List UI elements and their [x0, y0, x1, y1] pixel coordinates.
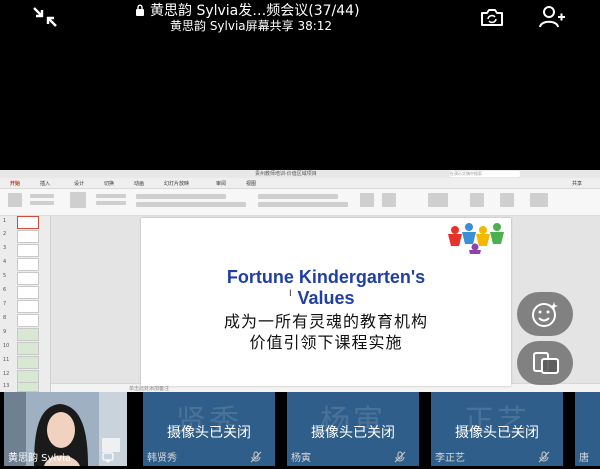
thumb-number: 11 — [3, 357, 10, 363]
slide-title-line-1: Fortune Kindergarten's — [226, 267, 426, 287]
notes-placeholder: 单击此处添加备注 — [129, 386, 170, 392]
smiley-icon — [532, 302, 558, 327]
participant-tile[interactable]: 贤秀 摄像头已关闭 韩贤秀 — [143, 392, 275, 466]
slide-thumbnail[interactable] — [17, 230, 39, 243]
screen-layout-button[interactable] — [517, 341, 573, 385]
thumb-number: 3 — [3, 245, 7, 251]
participant-name: 唐 — [579, 453, 589, 464]
children-logo-icon — [448, 223, 504, 254]
tab-review[interactable]: 审阅 — [216, 180, 226, 187]
participant-name: 黄思韵 Sylvia — [8, 453, 72, 464]
slide-thumbnail[interactable] — [17, 314, 39, 327]
screen-switch-icon — [533, 352, 559, 374]
participant-tile[interactable]: 杨寅 摄像头已关闭 杨寅 — [287, 392, 419, 466]
thumb-number: 12 — [3, 371, 10, 377]
meeting-title-text: 黄思韵 Sylvia发…频会议(37/44) — [150, 3, 360, 19]
add-member-icon[interactable] — [538, 4, 566, 30]
camera-off-label: 摄像头已关闭 — [311, 425, 395, 441]
meeting-title[interactable]: 黄思韵 Sylvia发…频会议(37/44) — [135, 4, 465, 19]
tab-animations[interactable]: 动画 — [134, 180, 144, 187]
slide-thumbnail[interactable] — [17, 342, 39, 355]
tab-slideshow[interactable]: 幻灯片放映 — [164, 180, 189, 187]
ppt-share-button[interactable]: 共享 — [572, 180, 582, 187]
slide-thumbnail[interactable] — [17, 244, 39, 257]
thumb-number: 2 — [3, 231, 7, 237]
slide-thumbnail[interactable] — [17, 286, 39, 299]
thumb-number: 7 — [3, 301, 7, 307]
thumb-number: 6 — [3, 287, 7, 293]
thumb-number: 5 — [3, 273, 7, 279]
tab-view[interactable]: 视图 — [246, 180, 256, 187]
ppt-ribbon-toolbar — [0, 189, 600, 216]
tab-insert[interactable]: 插入 — [40, 180, 50, 187]
thumb-number: 8 — [3, 315, 7, 321]
thumb-number: 10 — [3, 343, 10, 349]
current-slide: Fortune Kindergarten's Values 成为一所有灵魂的教育… — [141, 218, 511, 386]
tab-home[interactable]: 开始 — [10, 180, 20, 187]
camera-switch-icon[interactable] — [479, 5, 505, 29]
participant-name: 杨寅 — [291, 453, 311, 464]
slide-thumbnail[interactable] — [17, 258, 39, 271]
thumb-number: 9 — [3, 329, 7, 335]
lock-icon — [136, 4, 144, 16]
participant-name: 韩贤秀 — [147, 453, 177, 464]
camera-off-label: 摄像头已关闭 — [167, 425, 251, 441]
mic-muted-icon — [250, 451, 262, 463]
participant-tile[interactable]: 唐 — [575, 392, 600, 466]
thumb-number: 4 — [3, 259, 7, 265]
slide-subtitle-line-2: 价值引领下课程实施 — [249, 333, 403, 352]
slide-thumbnail[interactable] — [17, 328, 39, 341]
ppt-search-box[interactable]: 在演示文稿中搜索 — [450, 171, 520, 177]
mic-muted-icon — [538, 451, 550, 463]
thumb-number: 13 — [3, 383, 10, 389]
meeting-top-bar: 黄思韵 Sylvia发…频会议(37/44) 黄思韵 Sylvia屏幕共享 38… — [0, 0, 600, 34]
slide-thumbnail[interactable] — [17, 300, 39, 313]
slide-thumbnail[interactable] — [17, 382, 39, 392]
tab-design[interactable]: 设计 — [74, 180, 84, 187]
tab-transitions[interactable]: 切换 — [104, 180, 114, 187]
slide-thumbnail[interactable] — [17, 216, 39, 229]
thumb-number: 1 — [3, 218, 7, 224]
slide-thumbnail[interactable] — [17, 272, 39, 285]
participant-tile[interactable]: 正艺 摄像头已关闭 李正艺 — [431, 392, 563, 466]
ppt-ribbon-tabs: 开始 插入 设计 切换 动画 幻灯片放映 审阅 视图 共享 — [0, 178, 600, 189]
participant-tile-self[interactable]: 黄思韵 Sylvia — [4, 392, 127, 466]
ppt-title-bar: 贵州教师培训-价值区域项目 在演示文稿中搜索 — [0, 170, 600, 178]
camera-off-label: 摄像头已关闭 — [455, 425, 539, 441]
slide-thumbnail-pane: 1 2 3 4 5 6 7 8 9 10 11 12 13 — [0, 216, 51, 392]
text-cursor-icon: I — [289, 289, 292, 299]
participant-strip: 黄思韵 Sylvia 贤秀 摄像头已关闭 韩贤秀 杨寅 摄像头已关闭 杨寅 正艺… — [0, 392, 600, 469]
slide-title-line-2: Values — [297, 288, 355, 308]
minimize-icon[interactable] — [30, 6, 60, 28]
ppt-window-title: 贵州教师培训-价值区域项目 — [255, 171, 317, 177]
chat-icon — [102, 452, 114, 463]
participant-name: 李正艺 — [435, 453, 465, 464]
reaction-button[interactable] — [517, 292, 573, 336]
mic-muted-icon — [394, 451, 406, 463]
slide-thumbnail[interactable] — [17, 356, 39, 369]
screen-share-status: 黄思韵 Sylvia屏幕共享 38:12 — [170, 19, 333, 33]
